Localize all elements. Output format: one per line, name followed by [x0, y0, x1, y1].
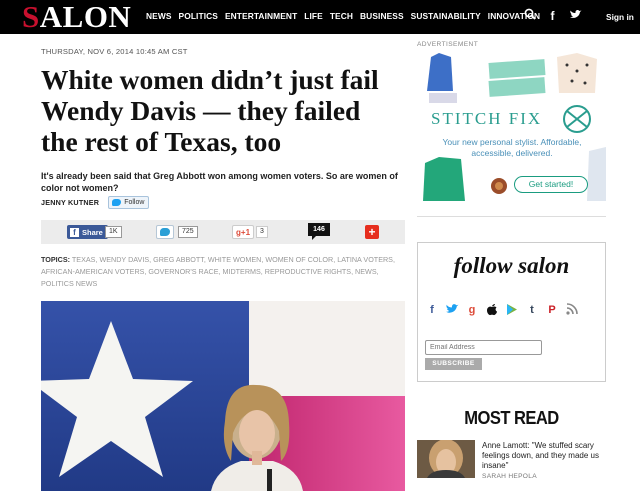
article-dek: It's already been said that Greg Abbott …	[41, 171, 398, 193]
apple-icon[interactable]	[485, 303, 499, 317]
twitter-bird-icon	[160, 228, 170, 236]
salon-logo[interactable]: SALON	[22, 1, 131, 33]
nav-link-news[interactable]: NEWS	[146, 11, 172, 21]
twitter-share-button[interactable]	[156, 225, 174, 239]
most-read-thumbnail[interactable]	[417, 440, 475, 478]
sign-in-link[interactable]: Sign in	[606, 12, 634, 22]
google-plus-button[interactable]: g +1	[232, 225, 255, 239]
article-dateline: THURSDAY, NOV 6, 2014 10:45 AM CST	[41, 47, 188, 56]
topics-links[interactable]: TEXAS, WENDY DAVIS, GREG ABBOTT, WHITE W…	[41, 255, 395, 288]
nav-link-sustainability[interactable]: SUSTAINABILITY	[411, 11, 481, 21]
twitter-bird-icon	[112, 198, 122, 206]
facebook-share-button[interactable]: f Share	[67, 225, 108, 239]
social-icons: f g t P	[425, 303, 579, 317]
stitch-fix-ad[interactable]: STITCH FIX Your new personal stylist. Af…	[417, 51, 606, 217]
nav-link-life[interactable]: LIFE	[304, 11, 323, 21]
search-icon[interactable]	[523, 8, 536, 24]
google-plus-count: 3	[256, 226, 268, 238]
nav-link-tech[interactable]: TECH	[330, 11, 353, 21]
get-started-button[interactable]: Get started!	[514, 176, 588, 193]
nav-link-business[interactable]: BUSINESS	[360, 11, 404, 21]
advertisement-label: ADVERTISEMENT	[417, 41, 479, 48]
share-bar: f Share 1K 725 g +1 3 146 +	[41, 220, 405, 244]
tumblr-icon[interactable]: t	[525, 303, 539, 317]
stitch-fix-tagline: Your new personal stylist. Affordable, a…	[442, 137, 582, 158]
facebook-icon[interactable]: f	[425, 303, 439, 317]
author-link[interactable]: JENNY KUTNER	[41, 198, 99, 207]
facebook-icon[interactable]: f	[546, 8, 559, 24]
rss-icon[interactable]	[565, 303, 579, 317]
article-headline: White women didn’t just fail Wendy Davis…	[41, 64, 379, 157]
follow-salon-box: follow salon f g t P SUBSCRIBE	[417, 242, 606, 382]
most-read-heading: MOST READ	[464, 408, 559, 428]
article-hero-image	[41, 301, 405, 491]
email-field[interactable]	[425, 340, 542, 355]
nav-icons: f	[523, 8, 582, 24]
twitter-follow-button[interactable]: Follow	[108, 195, 150, 209]
nav-link-entertainment[interactable]: ENTERTAINMENT	[225, 11, 297, 21]
most-read-item-title[interactable]: Anne Lamott: "We stuffed scary feelings …	[482, 441, 602, 471]
twitter-share-count: 725	[178, 226, 198, 238]
facebook-icon: f	[70, 227, 79, 237]
google-play-icon[interactable]	[505, 303, 519, 317]
more-share-button[interactable]: +	[365, 225, 379, 239]
nav-link-politics[interactable]: POLITICS	[179, 11, 218, 21]
pinterest-icon[interactable]: P	[545, 303, 559, 317]
most-read-item-author: SARAH HEPOLA	[482, 473, 537, 480]
twitter-icon[interactable]	[445, 303, 459, 317]
topics-list: TOPICS: TEXAS, WENDY DAVIS, GREG ABBOTT,…	[41, 254, 403, 290]
stitch-fix-logo: STITCH FIX	[431, 109, 543, 128]
top-nav-bar: SALON NEWS POLITICS ENTERTAINMENT LIFE T…	[0, 0, 640, 34]
nav-links: NEWS POLITICS ENTERTAINMENT LIFE TECH BU…	[146, 11, 540, 21]
topics-label: TOPICS:	[41, 255, 71, 264]
google-plus-icon[interactable]: g	[465, 303, 479, 317]
byline: JENNY KUTNER Follow	[41, 195, 150, 209]
subscribe-button[interactable]: SUBSCRIBE	[425, 358, 482, 370]
twitter-icon[interactable]	[569, 8, 582, 24]
comments-count-button[interactable]: 146	[308, 223, 330, 240]
follow-salon-title: follow salon	[453, 253, 570, 278]
facebook-share-count: 1K	[105, 226, 122, 238]
